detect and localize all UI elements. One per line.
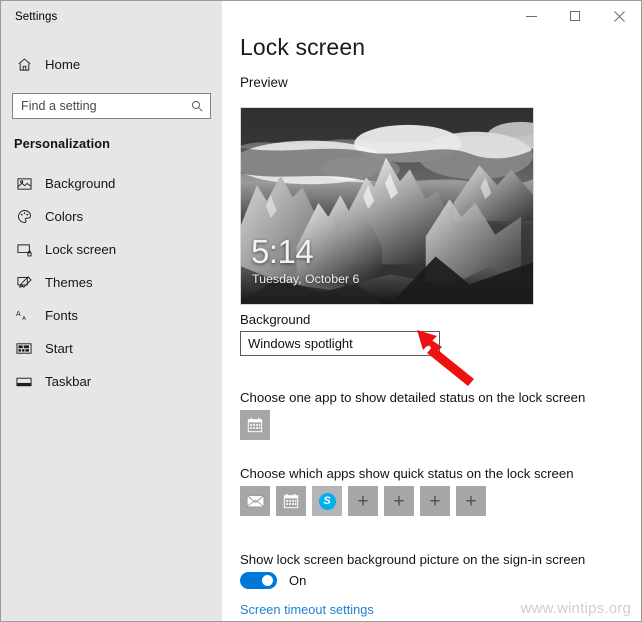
background-dropdown[interactable]: Windows spotlight (240, 331, 440, 356)
settings-window: Settings Home Personalization (0, 0, 642, 622)
signin-picture-toggle-wrap: On (240, 572, 306, 589)
calendar-icon (283, 493, 299, 509)
calendar-icon (247, 417, 263, 433)
main-content: Lock screen Preview 5:14 Tuesday, Octobe… (222, 1, 641, 621)
detailed-status-tiles (240, 410, 270, 440)
window-caption-buttons (509, 1, 641, 31)
toggle-knob (262, 575, 273, 586)
sidebar-item-themes[interactable]: Themes (1, 266, 222, 299)
add-app-tile-1[interactable]: + (348, 486, 378, 516)
picture-icon (14, 175, 34, 193)
sidebar-item-label-home: Home (45, 56, 81, 72)
sidebar-item-label: Lock screen (45, 242, 117, 257)
sidebar-item-background[interactable]: Background (1, 167, 222, 200)
plus-icon: + (465, 490, 477, 512)
app-title: Settings (15, 11, 58, 23)
background-label: Background (240, 312, 311, 327)
sidebar-item-label: Colors (45, 209, 84, 224)
quick-status-text: Choose which apps show quick status on t… (240, 466, 574, 481)
skype-glyph: S (323, 495, 331, 507)
sidebar-nav-list: Background Colors Lock screen Themes A A… (1, 167, 222, 398)
detailed-status-text: Choose one app to show detailed status o… (240, 390, 586, 405)
app-tile-mail[interactable] (240, 486, 270, 516)
screen-timeout-settings-link[interactable]: Screen timeout settings (240, 602, 374, 617)
watermark: www.wintips.org (520, 600, 631, 617)
quick-status-tiles: S + + + + (240, 486, 486, 516)
page-title: Lock screen (240, 34, 366, 60)
add-app-tile-4[interactable]: + (456, 486, 486, 516)
maximize-button[interactable] (553, 1, 597, 31)
svg-text:A: A (16, 311, 21, 318)
sidebar-item-fonts[interactable]: A A Fonts (1, 299, 222, 332)
app-tile-calendar[interactable] (240, 410, 270, 440)
preview-clock-time: 5:14 (251, 233, 314, 270)
svg-text:A: A (22, 315, 26, 321)
sidebar-item-label: Start (45, 341, 73, 356)
sidebar-item-label: Taskbar (45, 374, 92, 389)
sidebar-item-taskbar[interactable]: Taskbar (1, 365, 222, 398)
search-input[interactable] (13, 94, 191, 118)
sidebar-item-label: Background (45, 176, 116, 191)
mail-icon (246, 495, 264, 508)
sidebar: Settings Home Personalization (1, 1, 222, 621)
add-app-tile-3[interactable]: + (420, 486, 450, 516)
themes-icon (14, 274, 34, 292)
signin-picture-toggle[interactable] (240, 572, 277, 589)
toggle-state-label: On (289, 573, 307, 588)
preview-clock-date: Tuesday, October 6 (252, 272, 360, 286)
minimize-button[interactable] (509, 1, 553, 31)
preview-label: Preview (240, 75, 288, 90)
signin-picture-label: Show lock screen background picture on t… (240, 552, 586, 567)
palette-icon (14, 208, 34, 226)
plus-icon: + (429, 490, 441, 512)
sidebar-item-colors[interactable]: Colors (1, 200, 222, 233)
sidebar-item-label: Themes (45, 275, 93, 290)
plus-icon: + (357, 490, 369, 512)
lock-screen-preview: 5:14 Tuesday, October 6 (240, 107, 534, 305)
sidebar-item-label: Fonts (45, 308, 78, 323)
sidebar-item-start[interactable]: Start (1, 332, 222, 365)
sidebar-item-home[interactable]: Home (1, 49, 222, 79)
sidebar-section-header: Personalization (14, 136, 111, 151)
plus-icon: + (393, 490, 405, 512)
lock-screen-icon (14, 241, 34, 259)
search-icon (191, 100, 210, 112)
sidebar-item-lock-screen[interactable]: Lock screen (1, 233, 222, 266)
app-tile-calendar[interactable] (276, 486, 306, 516)
home-icon (14, 55, 34, 73)
search-box[interactable] (12, 93, 211, 119)
app-tile-skype[interactable]: S (312, 486, 342, 516)
fonts-icon: A A (14, 307, 34, 325)
background-dropdown-value: Windows spotlight (248, 336, 353, 351)
close-button[interactable] (597, 1, 641, 31)
start-icon (14, 340, 34, 358)
chevron-down-icon (415, 340, 439, 347)
skype-icon: S (318, 492, 336, 510)
add-app-tile-2[interactable]: + (384, 486, 414, 516)
taskbar-icon (14, 373, 34, 391)
